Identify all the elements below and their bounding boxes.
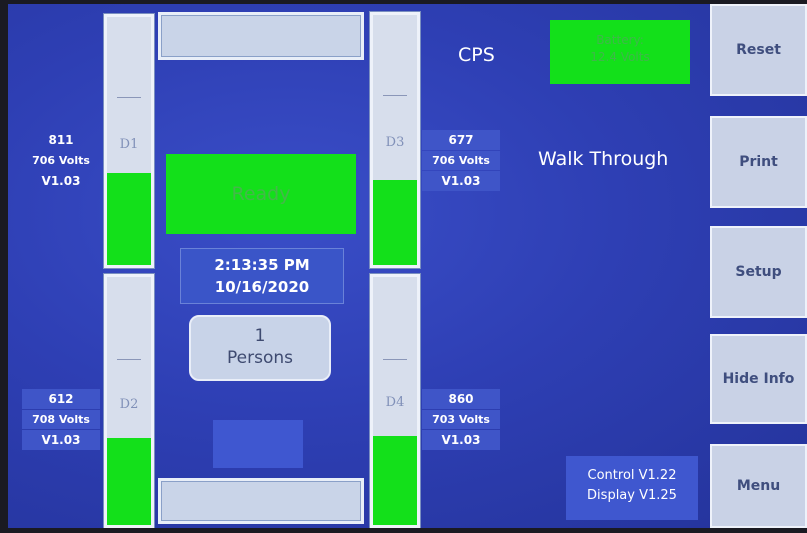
blank-indicator <box>213 420 303 468</box>
detector-d2-bar: D2 <box>104 274 154 528</box>
detector-d4-info: 860 703 Volts V1.03 <box>422 389 500 451</box>
detector-d2-count: 612 <box>22 389 100 409</box>
detector-d2-level-fill <box>107 438 151 525</box>
persons-counter-button[interactable]: 1 Persons <box>189 315 331 381</box>
battery-label: Battery: <box>596 33 644 47</box>
detector-d3-count: 677 <box>422 130 500 150</box>
setup-button[interactable]: Setup <box>710 226 807 318</box>
reset-button[interactable]: Reset <box>710 4 807 96</box>
detector-d1-voltage: 706 Volts <box>32 154 90 167</box>
status-indicator: Ready <box>166 154 356 234</box>
persons-count: 1 <box>254 326 266 346</box>
detector-d1-label: D1 <box>119 137 139 152</box>
detector-d4-voltage: 703 Volts <box>422 410 500 429</box>
status-label: Ready <box>231 183 291 205</box>
persons-label: Persons <box>227 348 293 368</box>
detector-d4-count: 860 <box>422 389 500 409</box>
menu-button[interactable]: Menu <box>710 444 807 528</box>
detector-d3-voltage: 706 Volts <box>422 151 500 170</box>
detector-d1-count: 811 <box>48 133 74 147</box>
detector-d2-version: V1.03 <box>22 430 100 450</box>
detector-d2-label: D2 <box>119 397 139 412</box>
hide-info-button[interactable]: Hide Info <box>710 334 807 424</box>
detector-d1-info: 811 706 Volts V1.03 <box>22 130 100 192</box>
detector-d3-label: D3 <box>385 135 405 150</box>
mode-label: Walk Through <box>538 148 669 170</box>
bottom-gate-bar <box>158 478 364 524</box>
detector-d4-level-fill <box>373 435 417 525</box>
detector-d3-info: 677 706 Volts V1.03 <box>422 130 500 192</box>
detector-d4-label: D4 <box>385 395 405 410</box>
detector-d1-level-fill <box>107 173 151 265</box>
app-title: CPS <box>458 44 495 66</box>
clock-date: 10/16/2020 <box>214 278 310 296</box>
detector-d2-info: 612 708 Volts V1.03 <box>22 389 100 451</box>
detector-d1-midline <box>117 97 141 98</box>
detector-d4-bar: D4 <box>370 274 420 528</box>
detector-d3-level-fill <box>373 180 417 265</box>
clock-panel: 2:13:35 PM 10/16/2020 <box>180 248 344 304</box>
detector-d3-midline <box>383 95 407 96</box>
top-gate-bar <box>158 12 364 60</box>
clock-time: 2:13:35 PM <box>214 256 310 274</box>
battery-indicator: Battery: 12.4 Volts <box>550 20 690 84</box>
detector-d2-voltage: 708 Volts <box>22 410 100 429</box>
print-button[interactable]: Print <box>710 116 807 208</box>
detector-d4-midline <box>383 359 407 360</box>
detector-d4-version: V1.03 <box>422 430 500 450</box>
detector-d2-midline <box>117 359 141 360</box>
display-version: Display V1.25 <box>587 488 677 503</box>
detector-d1-bar: D1 <box>104 14 154 268</box>
detector-d3-version: V1.03 <box>422 171 500 191</box>
version-info: Control V1.22 Display V1.25 <box>566 456 698 520</box>
hmi-screen: D1 D2 D3 D4 811 706 Volts V1.03 612 708 … <box>8 4 807 528</box>
control-version: Control V1.22 <box>587 468 677 483</box>
detector-d1-version: V1.03 <box>41 174 81 188</box>
detector-d3-bar: D3 <box>370 12 420 268</box>
battery-value: 12.4 Volts <box>590 50 650 64</box>
